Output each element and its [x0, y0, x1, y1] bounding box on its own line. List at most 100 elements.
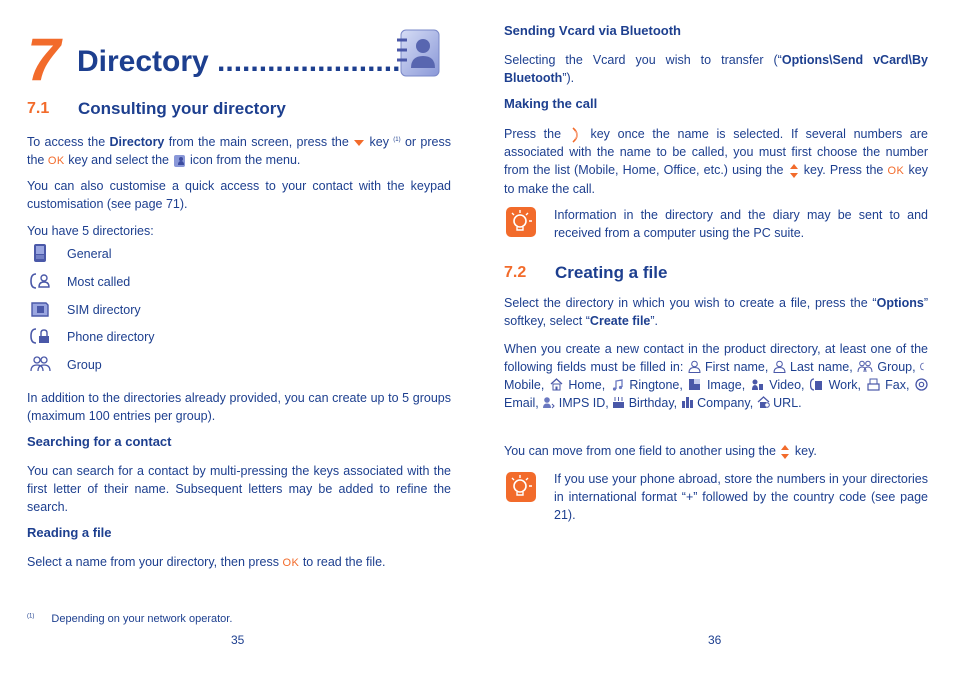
section-number: 7.2	[504, 264, 527, 281]
directory-label: Most called	[67, 275, 131, 289]
field-ringtone: Ringtone,	[611, 378, 683, 392]
ok-key-label: OK	[282, 557, 300, 569]
right-page: Sending Vcard via Bluetooth Selecting th…	[504, 0, 928, 678]
text: key. Press the	[799, 163, 888, 177]
text: To access the	[27, 135, 110, 150]
field-url: URL.	[757, 396, 802, 410]
tip-text: If you use your phone abroad, store the …	[554, 472, 928, 522]
url-home-icon	[757, 396, 770, 408]
chapter-title: Directory ......................	[77, 45, 401, 78]
text: from the main screen, press the	[164, 135, 354, 150]
email-at-icon	[915, 378, 928, 391]
video-icon	[751, 379, 763, 390]
ok-key-label: OK	[47, 155, 65, 168]
sending-heading: Sending Vcard via Bluetooth	[504, 23, 681, 38]
field-video: Video,	[751, 378, 805, 392]
up-down-nav-key-icon	[781, 444, 790, 459]
fax-icon	[866, 378, 880, 391]
directory-label: SIM directory	[67, 303, 141, 317]
directory-item-group: Group	[27, 355, 327, 379]
footnote-text: Depending on your network operator.	[51, 613, 233, 625]
person-icon	[773, 360, 786, 373]
mobile-icon	[920, 362, 924, 371]
field-fax: Fax,	[866, 378, 909, 392]
text: You can move from one field to another u…	[504, 444, 780, 458]
text: ”.	[650, 314, 659, 328]
person-icon	[688, 360, 701, 373]
field-company: Company,	[681, 396, 753, 410]
left-page: 7 Directory ...................... 7.1 C…	[27, 0, 451, 678]
call-key-icon	[572, 127, 578, 143]
bold-text: Create file	[589, 314, 651, 328]
field-image: Image,	[688, 378, 745, 392]
group-icon	[857, 360, 873, 373]
directory-book-icon	[397, 29, 440, 77]
directory-label: Group	[67, 358, 102, 372]
field-last-name: Last name,	[773, 360, 853, 374]
page-number: 36	[708, 633, 722, 647]
making-call-heading: Making the call	[504, 96, 598, 111]
directory-label: General	[67, 247, 112, 261]
move-fields-paragraph: You can move from one field to another u…	[504, 442, 928, 460]
field-group: Group,	[857, 360, 916, 374]
section-title: Consulting your directory	[78, 99, 286, 118]
bold-text: Directory	[109, 135, 165, 150]
general-directory-icon	[34, 244, 46, 262]
directory-menu-icon	[174, 155, 186, 168]
text: key	[365, 135, 394, 150]
field-first-name: First name,	[688, 360, 768, 374]
music-note-icon	[612, 379, 623, 391]
text: Select a name from your directory, then …	[27, 555, 283, 569]
field-imps-id: IMPS ID,	[542, 396, 609, 410]
lightbulb-tip-icon	[506, 472, 536, 502]
field-work: Work,	[810, 378, 861, 392]
ok-key-label: OK	[887, 165, 905, 177]
up-down-nav-key-icon	[789, 163, 798, 178]
fields-paragraph: When you create a new contact in the pro…	[504, 340, 928, 412]
phone-lock-icon	[30, 328, 49, 344]
page-number: 35	[231, 633, 245, 647]
section-number: 7.1	[27, 100, 50, 117]
directory-label: Phone directory	[67, 330, 155, 344]
lightbulb-tip-icon	[506, 207, 536, 237]
text: ”).	[562, 71, 575, 85]
text: key.	[791, 444, 817, 458]
birthday-cake-icon	[613, 397, 625, 408]
footnote: (1) Depending on your network operator.	[27, 613, 232, 625]
directory-item-sim: SIM directory	[27, 300, 327, 324]
chapter-number: 7	[27, 26, 61, 93]
reading-paragraph: Select a name from your directory, then …	[27, 553, 451, 572]
sim-card-icon	[31, 302, 49, 317]
footnote-ref: (1)	[393, 137, 401, 143]
customise-paragraph: You can also customise a quick access to…	[27, 179, 451, 211]
intro-paragraph: To access the Directory from the main sc…	[27, 131, 451, 170]
work-phone-icon	[810, 378, 823, 391]
groups-paragraph: In addition to the directories already p…	[27, 391, 451, 423]
field-birthday: Birthday,	[612, 396, 677, 410]
text: key and select the	[64, 153, 173, 168]
group-icon	[30, 356, 51, 372]
text: Press the	[504, 127, 569, 141]
sending-paragraph: Selecting the Vcard you wish to transfer…	[504, 51, 928, 87]
text: Selecting the Vcard you wish to transfer…	[504, 53, 782, 67]
field-home: Home,	[550, 378, 605, 392]
footnote-mark: (1)	[27, 613, 35, 620]
reading-heading: Reading a file	[27, 525, 112, 540]
section-title: Creating a file	[555, 263, 668, 282]
company-building-icon	[681, 397, 693, 408]
home-icon	[550, 378, 563, 391]
making-call-paragraph: Press the key once the name is selected.…	[504, 125, 928, 198]
directories-intro: You have 5 directories:	[27, 224, 154, 238]
most-called-icon	[30, 273, 50, 289]
text: to read the file.	[299, 555, 386, 569]
select-directory-paragraph: Select the directory in which you wish t…	[504, 294, 928, 330]
text: icon from the menu.	[186, 153, 301, 168]
directory-item-phone: Phone directory	[27, 327, 327, 351]
image-icon	[689, 379, 701, 390]
directory-item-most-called: Most called	[27, 272, 327, 296]
bold-text: Options	[876, 296, 924, 310]
imps-icon	[543, 397, 555, 409]
text: Select the directory in which you wish t…	[504, 296, 877, 310]
tip-text: Information in the directory and the dia…	[554, 208, 928, 240]
searching-heading: Searching for a contact	[27, 434, 172, 449]
